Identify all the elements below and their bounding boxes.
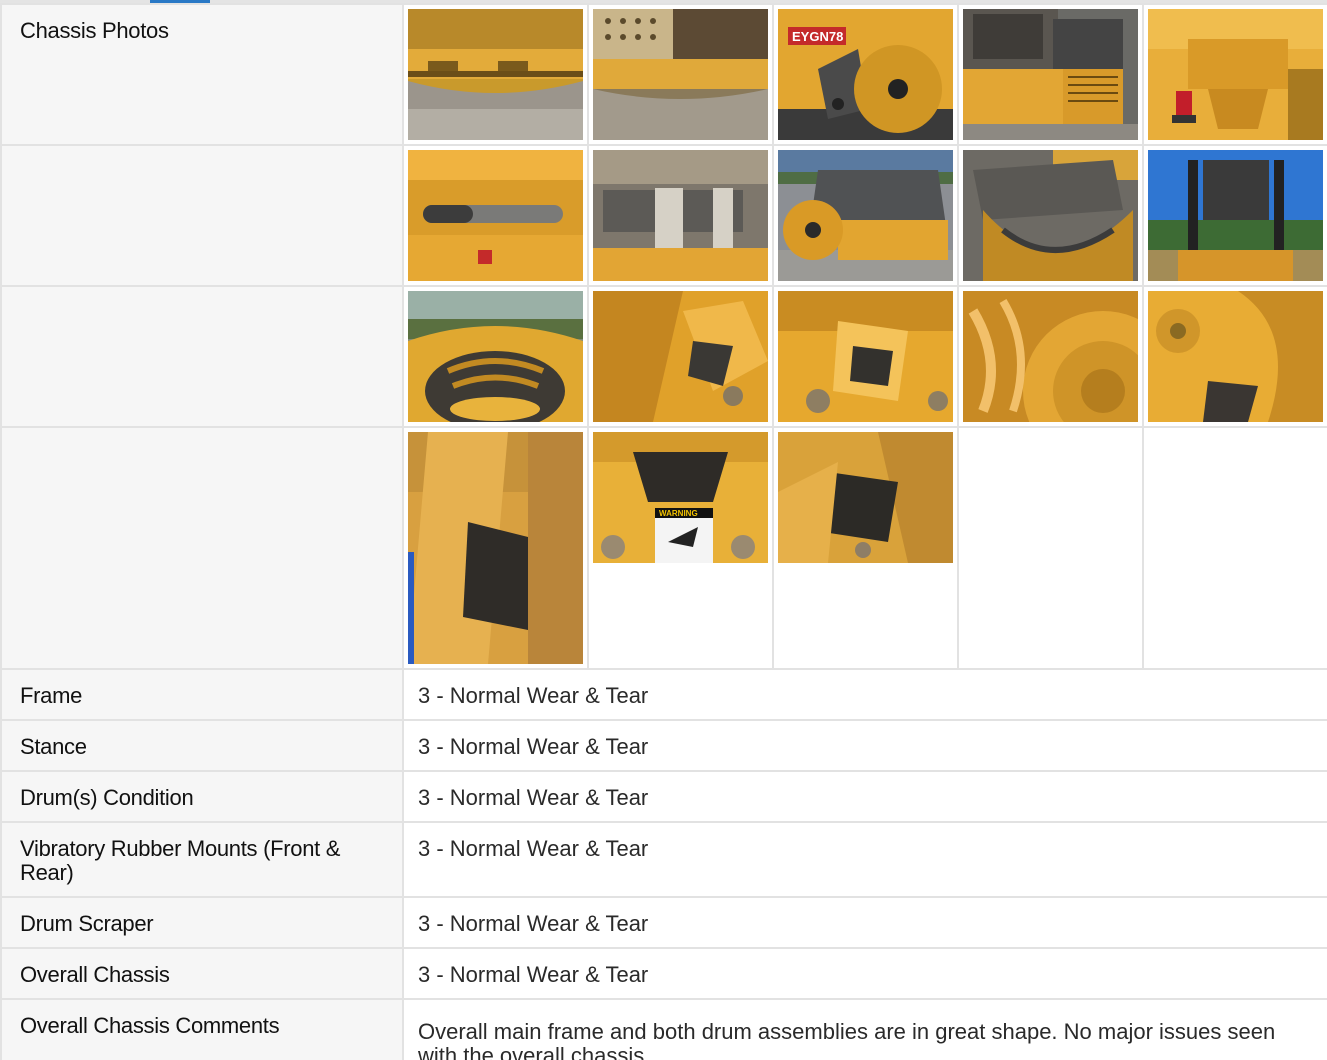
photo-cell	[402, 144, 589, 287]
drum-scraper-label: Drum Scraper	[0, 896, 404, 949]
photo-drum-mount-closeup-2[interactable]	[778, 291, 953, 422]
photo-engine-compartment[interactable]	[963, 9, 1138, 140]
frame-label: Frame	[0, 668, 404, 721]
drum-condition-label: Drum(s) Condition	[0, 770, 404, 823]
photo-drum-hub-closeup[interactable]	[963, 291, 1138, 422]
photo-steering-cylinder[interactable]	[408, 150, 583, 281]
photo-hitch-red-light[interactable]	[1148, 9, 1323, 140]
photo-cell	[957, 285, 1144, 428]
stance-value: 3 - Normal Wear & Tear	[402, 719, 1327, 772]
chassis-inspection-table: Chassis Photos EYGN78 WARNING Frame 3 - …	[0, 3, 1327, 1060]
inspection-row-comments: Overall Chassis Comments Overall main fr…	[0, 998, 1327, 1060]
stance-label: Stance	[0, 719, 404, 772]
overall-chassis-value: 3 - Normal Wear & Tear	[402, 947, 1327, 1000]
comments-label: Overall Chassis Comments	[0, 998, 404, 1060]
photo-row-3	[0, 285, 1327, 428]
photo-rubber-mount-tall[interactable]	[408, 432, 583, 664]
photo-cell-empty	[1143, 426, 1327, 670]
frame-value: 3 - Normal Wear & Tear	[402, 668, 1327, 721]
decal-text: EYGN78	[792, 29, 843, 44]
photo-warning-decal-mount[interactable]: WARNING	[593, 432, 768, 563]
photo-cell	[957, 3, 1144, 146]
photo-drum-side-decal[interactable]: EYGN78	[778, 9, 953, 140]
inspection-row-drum-scraper: Drum Scraper 3 - Normal Wear & Tear	[0, 896, 1327, 949]
photo-cell	[402, 3, 589, 146]
inspection-row-rubber-mounts: Vibratory Rubber Mounts (Front & Rear) 3…	[0, 821, 1327, 898]
chassis-photos-label: Chassis Photos	[0, 3, 404, 146]
photo-row-2	[0, 144, 1327, 287]
photo-drum-scraper-view[interactable]	[963, 150, 1138, 281]
comments-value: Overall main frame and both drum assembl…	[402, 998, 1327, 1060]
drum-scraper-value: 3 - Normal Wear & Tear	[402, 896, 1327, 949]
inspection-report-page: Chassis Photos EYGN78 WARNING Frame 3 - …	[0, 0, 1327, 1060]
photo-drum-mount-closeup-3[interactable]	[1148, 291, 1323, 422]
photo-cell	[957, 144, 1144, 287]
photo-cell	[1142, 144, 1327, 287]
chassis-photos-label-spacer	[0, 285, 404, 428]
inspection-row-frame: Frame 3 - Normal Wear & Tear	[0, 668, 1327, 721]
photo-drum-end-plate[interactable]	[408, 291, 583, 422]
photo-roller-side-view[interactable]	[778, 150, 953, 281]
photo-cell	[1142, 3, 1327, 146]
photo-underside-crossmember[interactable]	[593, 150, 768, 281]
photo-rear-rops-view[interactable]	[1148, 150, 1323, 281]
photo-row-1: Chassis Photos EYGN78	[0, 3, 1327, 146]
photo-rubber-mount-closeup[interactable]	[778, 432, 953, 563]
comments-text: Overall main frame and both drum assembl…	[418, 1019, 1276, 1060]
photo-cell-empty	[957, 426, 1144, 670]
photo-cell	[402, 285, 589, 428]
photo-cell: WARNING	[587, 426, 774, 670]
photo-engine-grille-drum[interactable]	[593, 9, 768, 140]
photo-cell	[587, 144, 774, 287]
photo-row-4: WARNING	[0, 426, 1327, 670]
photo-cell	[1142, 285, 1327, 428]
overall-chassis-label: Overall Chassis	[0, 947, 404, 1000]
photo-cell	[587, 3, 774, 146]
chassis-photos-label-spacer	[0, 426, 404, 670]
rubber-mounts-label: Vibratory Rubber Mounts (Front & Rear)	[0, 821, 404, 898]
photo-cell	[772, 285, 959, 428]
inspection-row-overall-chassis: Overall Chassis 3 - Normal Wear & Tear	[0, 947, 1327, 1000]
photo-cell	[587, 285, 774, 428]
inspection-row-stance: Stance 3 - Normal Wear & Tear	[0, 719, 1327, 772]
photo-cell: EYGN78	[772, 3, 959, 146]
inspection-row-drum-condition: Drum(s) Condition 3 - Normal Wear & Tear	[0, 770, 1327, 823]
photo-cell	[772, 426, 959, 670]
drum-condition-value: 3 - Normal Wear & Tear	[402, 770, 1327, 823]
photo-drum-underside-gravel[interactable]	[408, 9, 583, 140]
photo-drum-mount-closeup-1[interactable]	[593, 291, 768, 422]
rubber-mounts-value: 3 - Normal Wear & Tear	[402, 821, 1327, 898]
chassis-photos-label-spacer	[0, 144, 404, 287]
photo-cell	[402, 426, 589, 670]
warning-decal-text: WARNING	[659, 509, 698, 518]
photo-cell	[772, 144, 959, 287]
